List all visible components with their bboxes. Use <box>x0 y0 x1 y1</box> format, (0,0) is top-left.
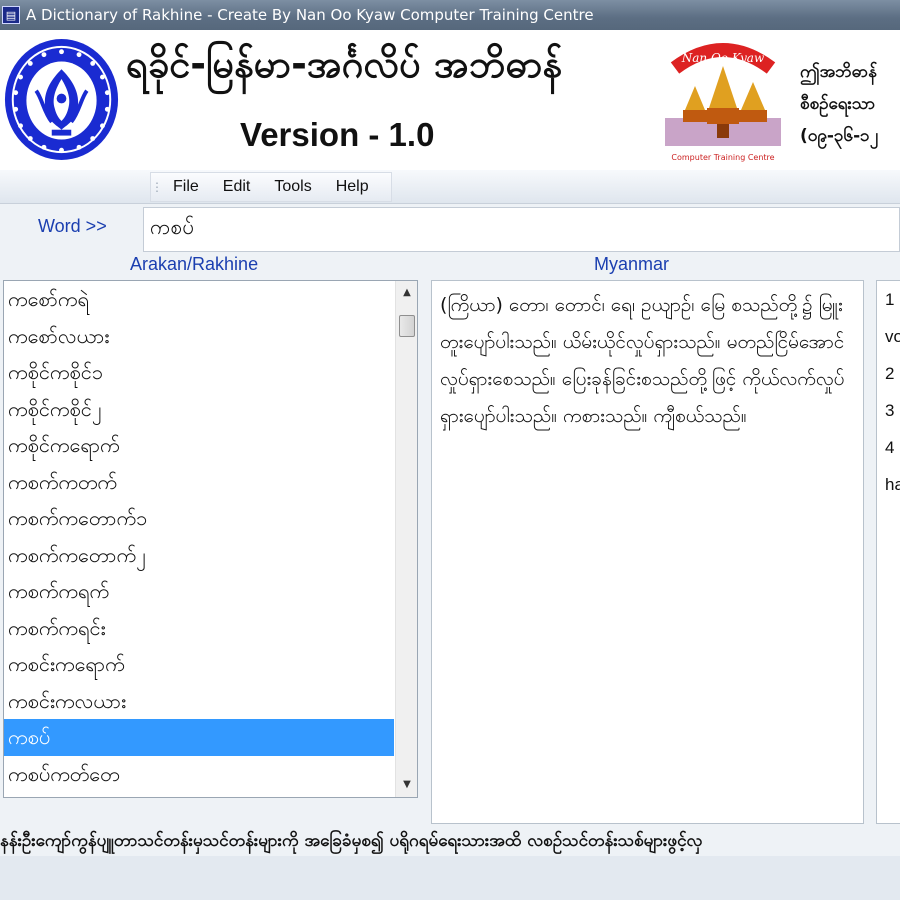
logo-caption-text: Computer Training Centre <box>671 153 774 162</box>
english-line: 2 <box>885 364 895 383</box>
word-list-item[interactable]: ကစော်လယား <box>4 318 394 355</box>
scrolling-announcement: နန်းဦးကျော်ကွန်ပျူတာသင်တန်းမှသင်တန်းများ… <box>0 831 703 851</box>
english-panel[interactable]: 1 vo 2 3 4 ha <box>876 280 900 824</box>
contact-line: စီစဉ်ရေးသာ <box>800 94 876 114</box>
contact-line: ဤအဘိဓာန် <box>800 62 877 82</box>
menu-bar: ⋮ File Edit Tools Help <box>150 172 392 202</box>
word-list-item[interactable]: ကစက်ကတက် <box>4 464 394 501</box>
contact-line: (၀၉-၃၆-၁၂ <box>800 126 879 146</box>
word-input[interactable]: ကစပ် <box>143 207 900 252</box>
word-label: Word >> <box>38 216 107 236</box>
arakan-column-label: Arakan/Rakhine <box>130 254 259 274</box>
window-titlebar[interactable]: ▤ A Dictionary of Rakhine - Create By Na… <box>0 0 900 30</box>
word-list-item[interactable]: ကစက်ကတောက်၂ <box>4 537 394 574</box>
word-list-item[interactable]: ကစက်ကတောက်၁ <box>4 500 394 537</box>
menu-edit[interactable]: Edit <box>211 178 263 196</box>
myanmar-definition-panel[interactable]: (ကြိယာ) တော၊ တောင်၊ ရေ၊ ဥယျာဉ်၊ မြေ စသည်… <box>431 280 864 824</box>
english-line: 4 <box>885 438 895 457</box>
myanmar-column-label: Myanmar <box>594 254 670 274</box>
scroll-thumb[interactable] <box>399 315 415 337</box>
menu-tools[interactable]: Tools <box>262 178 323 196</box>
menu-file[interactable]: File <box>161 178 211 196</box>
english-line: ha <box>885 475 900 494</box>
word-list-item[interactable]: ကစက်ကရင်း <box>4 610 394 647</box>
scroll-up-icon[interactable]: ▲ <box>396 283 417 303</box>
logo-banner-text: Nan Oo Kyaw <box>681 51 765 65</box>
word-list-item[interactable]: ကစပ် <box>4 719 394 756</box>
scroll-down-icon[interactable]: ▼ <box>396 775 417 795</box>
word-list-item[interactable]: ကစင်းကရောက် <box>4 646 394 683</box>
rakhine-seal-icon <box>4 39 119 160</box>
english-line: vo <box>885 327 900 346</box>
app-header: ရခိုင်-မြန်မာ-အင်္ဂလိပ် အဘိဓာန် Version … <box>0 30 900 170</box>
english-line: 3 <box>885 401 895 420</box>
toolbar-grip-icon[interactable]: ⋮ <box>151 180 163 194</box>
word-list-item[interactable]: ကစက်ကရက် <box>4 573 394 610</box>
window-bottom-area <box>0 856 900 900</box>
training-centre-logo: Nan Oo Kyaw Computer Training Centre <box>665 43 781 162</box>
word-list-item[interactable]: ကစော်ကရဲ <box>4 281 394 318</box>
app-title: ရခိုင်-မြန်မာ-အင်္ဂလိပ် အဘိဓာန် <box>126 42 563 86</box>
menu-help[interactable]: Help <box>324 178 381 196</box>
word-list-scrollbar[interactable]: ▲ ▼ <box>395 281 417 797</box>
english-line: 1 <box>885 290 895 309</box>
contact-info: ဤအဘိဓာန် စီစဉ်ရေးသာ (၀၉-၃၆-၁၂ <box>800 56 878 152</box>
definition-text: (ကြိယာ) တော၊ တောင်၊ ရေ၊ ဥယျာဉ်၊ မြေ စသည်… <box>440 294 845 427</box>
menu-bar-area: ⋮ File Edit Tools Help <box>0 170 900 204</box>
word-list-item[interactable]: ကစင်းကလယား <box>4 683 394 720</box>
word-list-item[interactable]: ကစပ်ကတ်တေ <box>4 756 394 793</box>
version-label: Version - 1.0 <box>240 116 435 153</box>
word-list-item[interactable]: ကစိုင်ကစိုင်၂ <box>4 391 394 428</box>
word-list[interactable]: ကစော်ကရဲ ကစော်လယား ကစိုင်ကစိုင်၁ ကစိုင်ကစို… <box>3 280 418 798</box>
dictionary-app-icon[interactable]: ▤ <box>2 6 20 24</box>
word-list-item[interactable]: ကစိုင်ကရောက် <box>4 427 394 464</box>
window-title: A Dictionary of Rakhine - Create By Nan … <box>26 6 594 24</box>
word-list-item[interactable]: ကစိုင်ကစိုင်၁ <box>4 354 394 391</box>
